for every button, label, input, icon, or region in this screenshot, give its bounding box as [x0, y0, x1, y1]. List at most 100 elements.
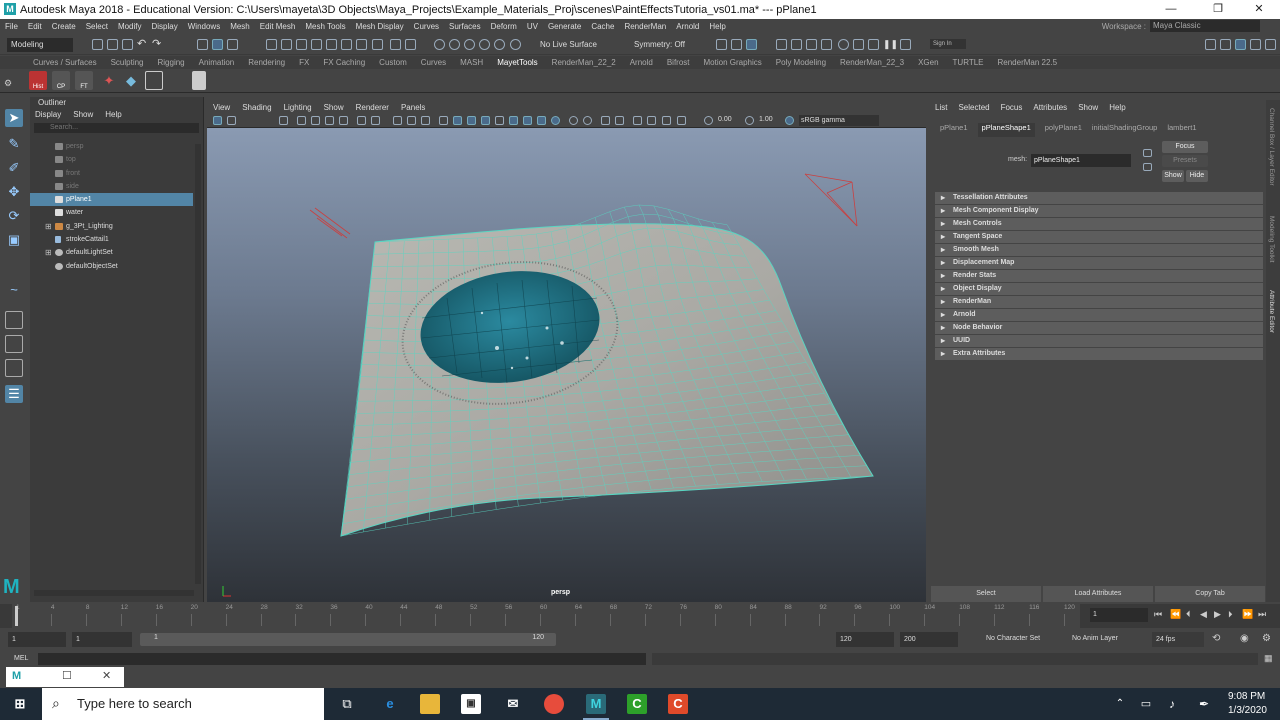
section-uuid[interactable]: UUID [935, 335, 1263, 347]
outliner-item-side[interactable]: side [30, 180, 203, 193]
section-arnold[interactable]: Arnold [935, 309, 1263, 321]
shadows-icon[interactable] [495, 116, 504, 125]
tray-chevron-icon[interactable]: ⌃ [1110, 694, 1130, 714]
grid-toggle-icon[interactable] [297, 116, 306, 125]
snapshot-icon[interactable] [806, 39, 817, 50]
open-scene-icon[interactable] [107, 39, 118, 50]
outliner-item-persp[interactable]: persp [30, 140, 203, 153]
go-to-end-icon[interactable]: ⏭ [1258, 609, 1266, 620]
modeling-toolkit-icon[interactable] [1265, 39, 1276, 50]
menu-modify[interactable]: Modify [113, 22, 147, 31]
isolate-select-icon[interactable] [569, 116, 578, 125]
ae-select-button[interactable]: Select [931, 586, 1041, 602]
play-forward-icon[interactable]: ▶ [1214, 609, 1221, 620]
outliner-scrollbar[interactable] [195, 144, 201, 584]
outliner-item-pplane1[interactable]: pPlane1 [30, 193, 193, 207]
paint-select-icon[interactable]: ✐ [5, 159, 23, 177]
shelf-tab-sculpting[interactable]: Sculpting [104, 58, 151, 67]
attribute-editor-toggle-icon[interactable] [746, 39, 757, 50]
make-live-icon[interactable] [341, 39, 352, 50]
diamond-icon[interactable]: ◆ [122, 71, 140, 90]
hypershade-icon[interactable] [464, 39, 475, 50]
menu-edit[interactable]: Edit [23, 22, 47, 31]
close-icon[interactable]: ✕ [1236, 0, 1280, 19]
outliner-toggle-icon[interactable] [868, 39, 879, 50]
menu-set-dropdown[interactable]: Modeling [7, 38, 73, 52]
ae-load-attributes-button[interactable]: Load Attributes [1043, 586, 1153, 602]
shelf-button-hist[interactable]: Hist [29, 71, 47, 90]
section-renderman[interactable]: RenderMan [935, 296, 1263, 308]
channel-layer-icon[interactable] [1220, 39, 1231, 50]
filter-icon[interactable] [900, 39, 911, 50]
image-plane-icon[interactable] [279, 116, 288, 125]
channel-box-icon[interactable] [821, 39, 832, 50]
select-camera-icon[interactable] [213, 116, 222, 125]
persp-outliner-icon[interactable] [5, 359, 23, 377]
motion-blur-icon[interactable] [523, 116, 532, 125]
ae-menu-attributes[interactable]: Attributes [1033, 103, 1067, 112]
menu-edit-mesh[interactable]: Edit Mesh [255, 22, 301, 31]
shelf-button-ft[interactable]: FT [75, 71, 93, 90]
step-back-icon[interactable]: ⏴ [1186, 609, 1191, 620]
lock-icon[interactable] [390, 39, 401, 50]
menu-surfaces[interactable]: Surfaces [444, 22, 486, 31]
chrome-icon[interactable] [544, 694, 564, 714]
menu-cache[interactable]: Cache [586, 22, 619, 31]
anim-layer-dropdown[interactable]: No Anim Layer [1072, 635, 1118, 642]
task-view-icon[interactable]: ⧉ [337, 694, 357, 714]
shelf-tab-renderman-22-5[interactable]: RenderMan 22.5 [991, 58, 1065, 67]
minimize-icon[interactable]: — [1148, 0, 1194, 19]
ae-menu-list[interactable]: List [935, 103, 947, 112]
smooth-shade-icon[interactable] [439, 116, 448, 125]
section-node-behavior[interactable]: Node Behavior [935, 322, 1263, 334]
menu-curves[interactable]: Curves [409, 22, 444, 31]
restore-icon[interactable]: ❐ [1195, 0, 1241, 19]
lasso-tool-icon[interactable]: ✎ [5, 135, 23, 153]
go-to-input-icon[interactable] [1143, 149, 1152, 157]
menu-uv[interactable]: UV [522, 22, 543, 31]
ae-menu-show[interactable]: Show [1078, 103, 1098, 112]
pen-icon[interactable]: ✒ [1194, 694, 1214, 714]
mesh-name-field[interactable]: pPlaneShape1 [1031, 154, 1131, 167]
use-all-lights-icon[interactable] [481, 116, 490, 125]
symmetry-dropdown[interactable]: Symmetry: Off [634, 40, 685, 49]
snap-grid-icon[interactable] [266, 39, 277, 50]
mail-icon[interactable]: ✉ [503, 694, 523, 714]
toolbox-toggle-icon[interactable] [731, 39, 742, 50]
shelf-tab-rendering[interactable]: Rendering [241, 58, 292, 67]
auto-key-icon[interactable]: ◉ [1240, 633, 1249, 644]
clock-time[interactable]: 9:08 PM [1228, 691, 1265, 702]
shelf-tab-curves-surfaces[interactable]: Curves / Surfaces [26, 58, 104, 67]
viewport-menu-panels[interactable]: Panels [401, 103, 425, 112]
xray-components-icon[interactable] [601, 116, 610, 125]
viewport-menu-shading[interactable]: Shading [242, 103, 271, 112]
viewport-menu-lighting[interactable]: Lighting [284, 103, 312, 112]
menu-mesh-display[interactable]: Mesh Display [351, 22, 409, 31]
ae-tab-pplaneshape1[interactable]: pPlaneShape1 [977, 123, 1035, 137]
gate-mask-icon[interactable] [339, 116, 348, 125]
outliner-menu-display[interactable]: Display [35, 110, 61, 119]
current-time-marker[interactable] [15, 606, 18, 626]
outliner-menu-show[interactable]: Show [73, 110, 93, 119]
shelf-tab-fx[interactable]: FX [292, 58, 316, 67]
section-displacement-map[interactable]: Displacement Map [935, 257, 1263, 269]
taskbar-search-box[interactable]: ⌕ Type here to search [42, 688, 324, 720]
shelf-button-cp[interactable]: CP [52, 71, 70, 90]
scene-end-field[interactable]: 200 [900, 632, 958, 647]
menu-mesh[interactable]: Mesh [225, 22, 255, 31]
layout-icon[interactable] [192, 71, 206, 90]
menu-renderman[interactable]: RenderMan [619, 22, 671, 31]
camera-attributes-icon[interactable] [227, 116, 236, 125]
network-icon[interactable]: ▭ [1136, 694, 1156, 714]
focus-button[interactable]: Focus [1162, 141, 1208, 153]
undo-icon[interactable]: ↶ [137, 39, 148, 50]
outliner-item-top[interactable]: top [30, 153, 203, 166]
light-editor-icon[interactable] [479, 39, 490, 50]
maya-taskbar-icon[interactable]: M [586, 694, 606, 714]
gamma-value[interactable]: 1.00 [759, 116, 773, 123]
display-layer-icon[interactable] [853, 39, 864, 50]
menu-create[interactable]: Create [47, 22, 81, 31]
viewport-menu-view[interactable]: View [213, 103, 230, 112]
shelf-tab-bifrost[interactable]: Bifrost [660, 58, 697, 67]
section-extra-attributes[interactable]: Extra Attributes [935, 348, 1263, 360]
